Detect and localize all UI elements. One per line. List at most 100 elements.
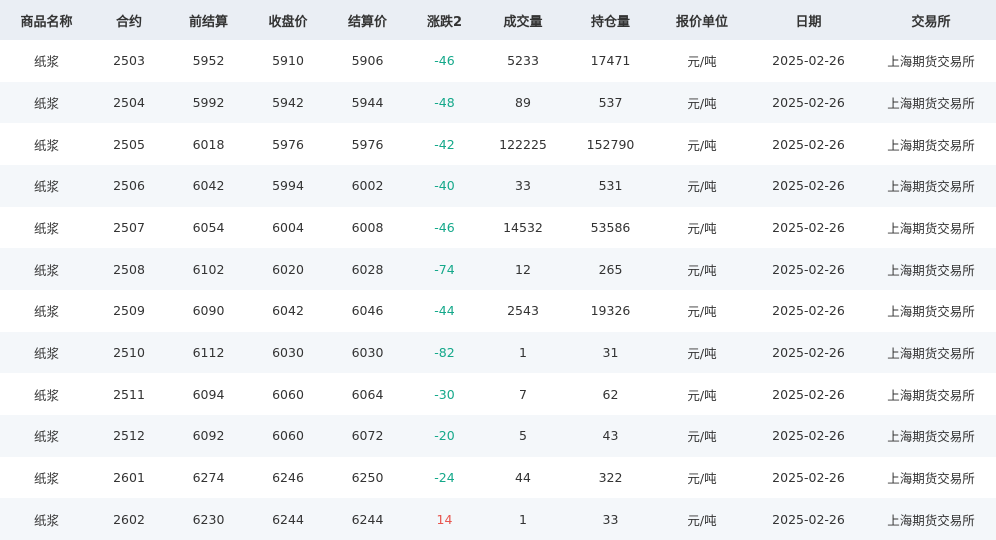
table-row[interactable]: 纸浆 2510 6112 6030 6030 -82 1 31 元/吨 2025-02-26 上海期… bbox=[0, 331, 996, 374]
header-close-price[interactable]: 收盘价 bbox=[252, 0, 324, 40]
cell-exchange: 上海期货交易所 bbox=[887, 95, 975, 111]
cell-open-interest: 152790 bbox=[586, 136, 635, 152]
cell-prev-settle: 6230 bbox=[192, 511, 225, 527]
cell-exchange: 上海期货交易所 bbox=[887, 345, 975, 361]
cell-product-name: 纸浆 bbox=[33, 470, 59, 486]
cell-close-price: 6042 bbox=[272, 303, 304, 319]
cell-change: -46 bbox=[434, 219, 455, 235]
cell-close-price: 6244 bbox=[272, 511, 304, 527]
cell-volume: 33 bbox=[515, 178, 531, 194]
cell-prev-settle: 5992 bbox=[192, 94, 225, 110]
cell-contract: 2507 bbox=[113, 219, 145, 235]
table-row[interactable]: 纸浆 2509 6090 6042 6046 -44 2543 19326 元/吨 2025-02… bbox=[0, 289, 996, 332]
cell-product-name: 纸浆 bbox=[33, 137, 59, 153]
cell-close-price: 6020 bbox=[272, 261, 304, 277]
cell-exchange: 上海期货交易所 bbox=[887, 387, 975, 403]
cell-quote-unit: 元/吨 bbox=[687, 179, 717, 195]
cell-close-price: 5910 bbox=[272, 53, 304, 69]
header-settle-price[interactable]: 结算价 bbox=[324, 0, 411, 40]
header-prev-settle[interactable]: 前结算 bbox=[165, 0, 252, 40]
cell-product-name: 纸浆 bbox=[33, 512, 59, 528]
table-row[interactable]: 纸浆 2505 6018 5976 5976 -42 122225 152790 元/吨 2025… bbox=[0, 123, 996, 165]
cell-date: 2025-02-26 bbox=[772, 219, 845, 235]
table-row[interactable]: 纸浆 2512 6092 6060 6072 -20 5 43 元/吨 2025-02-26 上海期… bbox=[0, 414, 996, 457]
cell-contract: 2505 bbox=[113, 136, 145, 152]
cell-contract: 2602 bbox=[113, 511, 145, 527]
table-row[interactable]: 纸浆 2507 6054 6004 6008 -46 14532 53586 元/吨 2025-0… bbox=[0, 206, 996, 249]
cell-date: 2025-02-26 bbox=[772, 178, 845, 194]
cell-contract: 2510 bbox=[113, 344, 145, 360]
header-product-name[interactable]: 商品名称 bbox=[0, 0, 93, 40]
cell-product-name: 纸浆 bbox=[33, 429, 59, 445]
table-row[interactable]: 纸浆 2602 6230 6244 6244 14 1 33 元/吨 2025-02-26 上海期货… bbox=[0, 498, 996, 540]
cell-prev-settle: 6112 bbox=[192, 344, 225, 360]
cell-open-interest: 53586 bbox=[590, 219, 631, 235]
table-row[interactable]: 纸浆 2508 6102 6020 6028 -74 12 265 元/吨 2025-02-26 上… bbox=[0, 248, 996, 290]
cell-exchange: 上海期货交易所 bbox=[887, 304, 975, 320]
header-change[interactable]: 涨跌2 bbox=[411, 0, 478, 40]
cell-change: -82 bbox=[434, 344, 455, 360]
cell-open-interest: 17471 bbox=[590, 53, 631, 69]
cell-open-interest: 265 bbox=[598, 261, 623, 277]
header-volume[interactable]: 成交量 bbox=[478, 0, 568, 40]
cell-settle-price: 6072 bbox=[351, 428, 384, 444]
header-exchange[interactable]: 交易所 bbox=[866, 0, 996, 40]
cell-date: 2025-02-26 bbox=[772, 344, 845, 360]
cell-open-interest: 62 bbox=[602, 386, 619, 402]
cell-close-price: 6246 bbox=[272, 469, 304, 485]
cell-close-price: 6060 bbox=[272, 386, 304, 402]
table-header-row: 商品名称 合约 前结算 收盘价 结算价 涨跌2 成交量 持仓量 报价单位 日期 … bbox=[0, 0, 996, 40]
table-body: 纸浆 2503 5952 5910 5906 -46 5233 17471 元/吨 2025-02… bbox=[0, 40, 996, 540]
header-open-interest[interactable]: 持仓量 bbox=[568, 0, 653, 40]
cell-change: -48 bbox=[434, 94, 455, 110]
cell-exchange: 上海期货交易所 bbox=[887, 470, 975, 486]
cell-product-name: 纸浆 bbox=[33, 95, 59, 111]
cell-contract: 2512 bbox=[113, 428, 145, 444]
header-quote-unit[interactable]: 报价单位 bbox=[653, 0, 751, 40]
cell-settle-price: 6244 bbox=[351, 511, 384, 527]
cell-contract: 2601 bbox=[113, 469, 145, 485]
cell-date: 2025-02-26 bbox=[772, 469, 845, 485]
cell-change: -44 bbox=[434, 303, 455, 319]
cell-quote-unit: 元/吨 bbox=[687, 54, 717, 70]
cell-contract: 2509 bbox=[113, 303, 145, 319]
cell-contract: 2504 bbox=[113, 94, 145, 110]
cell-prev-settle: 6102 bbox=[192, 261, 225, 277]
cell-volume: 1 bbox=[519, 511, 527, 527]
futures-quote-table: 商品名称 合约 前结算 收盘价 结算价 涨跌2 成交量 持仓量 报价单位 日期 … bbox=[0, 0, 996, 540]
cell-product-name: 纸浆 bbox=[33, 345, 59, 361]
cell-product-name: 纸浆 bbox=[33, 179, 59, 195]
cell-contract: 2508 bbox=[113, 261, 145, 277]
cell-open-interest: 537 bbox=[598, 94, 623, 110]
cell-quote-unit: 元/吨 bbox=[687, 220, 717, 236]
cell-contract: 2506 bbox=[113, 178, 145, 194]
cell-change: -46 bbox=[434, 53, 455, 69]
cell-close-price: 5942 bbox=[272, 94, 304, 110]
cell-contract: 2503 bbox=[113, 53, 145, 69]
cell-prev-settle: 6274 bbox=[192, 469, 225, 485]
cell-close-price: 6004 bbox=[272, 219, 304, 235]
cell-prev-settle: 6042 bbox=[192, 178, 225, 194]
cell-quote-unit: 元/吨 bbox=[687, 387, 717, 403]
table-row[interactable]: 纸浆 2504 5992 5942 5944 -48 89 537 元/吨 2025-02-26 上… bbox=[0, 81, 996, 124]
header-contract[interactable]: 合约 bbox=[93, 0, 165, 40]
table-row[interactable]: 纸浆 2601 6274 6246 6250 -24 44 322 元/吨 2025-02-26 上… bbox=[0, 456, 996, 499]
cell-open-interest: 19326 bbox=[590, 303, 631, 319]
table-row[interactable]: 纸浆 2511 6094 6060 6064 -30 7 62 元/吨 2025-02-26 上海期… bbox=[0, 373, 996, 415]
cell-volume: 122225 bbox=[499, 136, 547, 152]
cell-exchange: 上海期货交易所 bbox=[887, 262, 975, 278]
cell-quote-unit: 元/吨 bbox=[687, 137, 717, 153]
cell-close-price: 6030 bbox=[272, 344, 304, 360]
cell-product-name: 纸浆 bbox=[33, 387, 59, 403]
header-date[interactable]: 日期 bbox=[751, 0, 866, 40]
cell-product-name: 纸浆 bbox=[33, 262, 59, 278]
cell-settle-price: 6030 bbox=[351, 344, 384, 360]
table-row[interactable]: 纸浆 2503 5952 5910 5906 -46 5233 17471 元/吨 2025-02… bbox=[0, 40, 996, 82]
cell-exchange: 上海期货交易所 bbox=[887, 54, 975, 70]
cell-settle-price: 6250 bbox=[351, 469, 384, 485]
cell-date: 2025-02-26 bbox=[772, 386, 845, 402]
cell-volume: 1 bbox=[519, 344, 527, 360]
table-row[interactable]: 纸浆 2506 6042 5994 6002 -40 33 531 元/吨 2025-02-26 上… bbox=[0, 164, 996, 207]
cell-exchange: 上海期货交易所 bbox=[887, 179, 975, 195]
cell-close-price: 6060 bbox=[272, 428, 304, 444]
